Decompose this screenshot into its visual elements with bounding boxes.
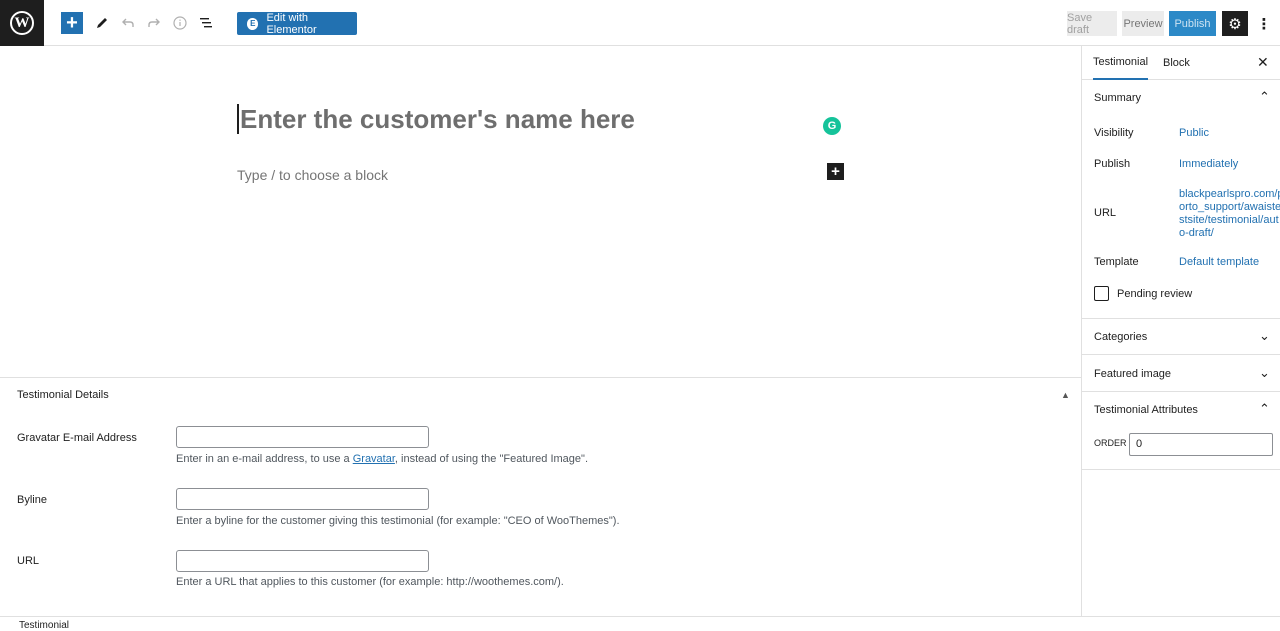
post-title-field[interactable]: Enter the customer's name here [237, 104, 635, 134]
edit-with-elementor-label: Edit with Elementor [266, 11, 317, 36]
summary-title: Summary [1094, 92, 1142, 104]
plus-icon: + [831, 163, 840, 180]
permalink-line: orto_support/awaiste [1179, 201, 1280, 213]
more-vertical-icon: ⋮ [1256, 15, 1272, 33]
metabox-title: Testimonial Details [17, 389, 109, 401]
byline-description: Enter a byline for the customer giving t… [176, 515, 620, 527]
permalink-value[interactable]: blackpearlspro.com/p orto_support/awaist… [1179, 188, 1280, 240]
chevron-up-icon: ⌃ [1259, 89, 1270, 104]
order-input[interactable]: 0 [1129, 433, 1273, 456]
block-inserter-button[interactable]: + [61, 12, 83, 34]
tools-button[interactable] [91, 12, 113, 34]
pending-review-label: Pending review [1117, 288, 1193, 300]
editor-canvas: Enter the customer's name here G Type / … [0, 46, 1081, 377]
elementor-icon: E [247, 17, 259, 30]
sidebar-tabs: Testimonial Block ✕ [1082, 46, 1280, 80]
settings-button[interactable]: ⚙ [1222, 11, 1248, 36]
testimonial-attributes-panel-header[interactable]: Testimonial Attributes ⌃ [1082, 392, 1280, 428]
close-icon: ✕ [1257, 54, 1269, 70]
divider [1082, 469, 1280, 470]
gravatar-desc-text-end: , instead of using the "Featured Image". [394, 453, 588, 465]
template-value[interactable]: Default template [1179, 256, 1259, 269]
publish-label: Publish [1094, 158, 1131, 170]
testimonial-attributes-title: Testimonial Attributes [1094, 404, 1198, 416]
url-input[interactable] [176, 550, 429, 572]
info-icon [173, 16, 187, 30]
pending-review-checkbox[interactable] [1094, 286, 1109, 301]
publish-button[interactable]: Publish [1169, 11, 1216, 36]
testimonial-details-metabox: Testimonial Details ▲ Gravatar E-mail Ad… [0, 377, 1081, 616]
chevron-up-icon: ⌃ [1259, 401, 1270, 416]
undo-button[interactable] [117, 12, 139, 34]
gravatar-desc-text: Enter in an e-mail address, to use a [176, 453, 353, 465]
summary-panel-header[interactable]: Summary ⌃ [1082, 80, 1280, 116]
visibility-label: Visibility [1094, 127, 1134, 139]
categories-panel-header[interactable]: Categories ⌄ [1082, 319, 1280, 355]
undo-icon [122, 18, 134, 27]
grammarly-icon[interactable]: G [823, 117, 841, 135]
gravatar-email-input[interactable] [176, 426, 429, 448]
url-label: URL [1094, 207, 1117, 219]
wordpress-logo-button[interactable]: W [0, 0, 44, 46]
gravatar-email-label: Gravatar E-mail Address [17, 432, 137, 444]
redo-button[interactable] [143, 12, 165, 34]
permalink-line: blackpearlspro.com/p [1179, 188, 1280, 200]
editor-top-toolbar: W + E Edit with Elementor Save draft Pre… [0, 0, 1280, 46]
default-block-appender[interactable]: Type / to choose a block [237, 167, 388, 183]
preview-button[interactable]: Preview [1122, 11, 1164, 36]
plus-icon: + [66, 12, 78, 34]
gravatar-link[interactable]: Gravatar [353, 453, 395, 465]
pencil-icon [97, 18, 107, 28]
publish-value[interactable]: Immediately [1179, 158, 1238, 171]
save-draft-button[interactable]: Save draft [1067, 11, 1117, 36]
tab-block[interactable]: Block [1163, 46, 1190, 80]
permalink-line: stsite/testimonial/aut [1179, 214, 1279, 226]
byline-label: Byline [17, 494, 47, 506]
template-label: Template [1094, 256, 1139, 268]
featured-image-panel-header[interactable]: Featured image ⌄ [1082, 356, 1280, 392]
featured-image-title: Featured image [1094, 368, 1172, 380]
gravatar-email-description: Enter in an e-mail address, to use a Gra… [176, 453, 588, 465]
metabox-collapse-icon[interactable]: ▲ [1061, 390, 1070, 400]
details-button[interactable] [169, 12, 191, 34]
list-view-button[interactable] [195, 12, 217, 34]
categories-title: Categories [1094, 331, 1148, 343]
chevron-down-icon: ⌄ [1259, 328, 1270, 343]
block-breadcrumb-bar: Testimonial [0, 616, 1280, 631]
list-view-icon [200, 18, 212, 28]
permalink-line: o-draft/ [1179, 227, 1214, 239]
breadcrumb-item[interactable]: Testimonial [19, 620, 69, 631]
chevron-down-icon: ⌄ [1259, 365, 1270, 380]
byline-input[interactable] [176, 488, 429, 510]
url-description: Enter a URL that applies to this custome… [176, 576, 564, 588]
tab-testimonial[interactable]: Testimonial [1093, 46, 1149, 80]
order-label: ORDER [1094, 438, 1127, 448]
options-menu-button[interactable]: ⋮ [1256, 11, 1272, 36]
gear-icon: ⚙ [1228, 15, 1242, 33]
url-label: URL [17, 555, 40, 567]
wordpress-logo-icon: W [10, 11, 34, 35]
settings-sidebar: Testimonial Block ✕ Summary ⌃ Visibility… [1081, 46, 1280, 616]
redo-icon [148, 18, 160, 27]
close-sidebar-button[interactable]: ✕ [1257, 54, 1269, 71]
inline-block-inserter-button[interactable]: + [827, 163, 844, 180]
edit-with-elementor-button[interactable]: E Edit with Elementor [237, 11, 357, 36]
visibility-value[interactable]: Public [1179, 127, 1209, 140]
